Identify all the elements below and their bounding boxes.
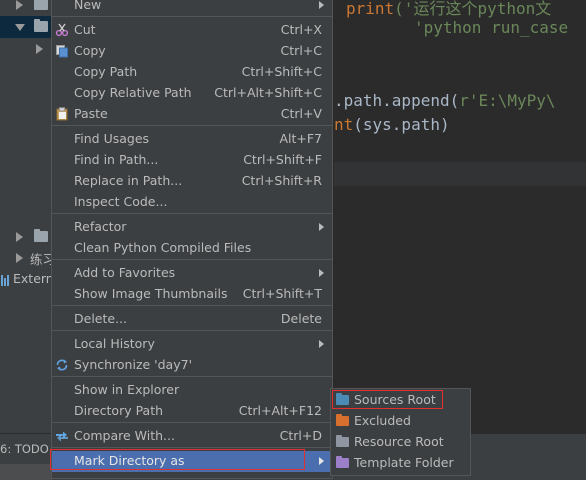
tree-row-external-libraries[interactable]: Extern (0, 269, 54, 291)
menu-separator (52, 305, 332, 306)
tree-row-selected-folder[interactable] (0, 16, 52, 38)
compare-arrows-icon (56, 431, 68, 442)
clipboard-icon (56, 107, 68, 121)
tree-row-practice-folder[interactable]: 练习 (0, 247, 55, 269)
tree-row-folder[interactable] (0, 0, 52, 16)
code-line: .path.append(r'E:\MyPy\ (334, 91, 556, 110)
submenu-arrow-icon (319, 223, 324, 231)
excluded-folder-icon (336, 414, 349, 426)
menu-separator (52, 259, 332, 260)
menu-separator (52, 376, 332, 377)
menu-item-show-in-explorer[interactable]: Show in Explorer (52, 380, 332, 401)
submenu-item-excluded[interactable]: Excluded (331, 411, 470, 432)
submenu-item-template-folder[interactable]: Template Folder (331, 453, 470, 474)
submenu-item-resource-root[interactable]: Resource Root (331, 432, 470, 453)
resource-folder-icon (336, 435, 349, 447)
menu-item-refactor[interactable]: Refactor (52, 217, 332, 238)
copy-icon (56, 45, 68, 58)
status-strip (0, 464, 52, 480)
menu-item-find-usages[interactable]: Find Usages Alt+F7 (52, 129, 332, 150)
collapse-arrow-icon[interactable] (15, 24, 25, 31)
annotation-highlight-box (332, 390, 443, 409)
folder-icon (34, 0, 48, 10)
menu-item-find-in-path[interactable]: Find in Path... Ctrl+Shift+F (52, 150, 332, 171)
menu-separator (52, 213, 332, 214)
submenu-arrow-icon (319, 269, 324, 277)
menu-item-copy-path[interactable]: Copy Path Ctrl+Shift+C (52, 62, 332, 83)
code-editor[interactable]: print('运行这个python文 'python run_case .pat… (334, 0, 586, 433)
template-folder-icon (336, 456, 349, 468)
code-line: nt(sys.path) (334, 115, 450, 134)
menu-item-show-thumbnails[interactable]: Show Image Thumbnails Ctrl+Shift+T (52, 284, 332, 305)
expand-arrow-icon[interactable] (16, 0, 23, 10)
submenu-arrow-icon (319, 457, 324, 465)
menu-item-inspect-code[interactable]: Inspect Code... (52, 192, 332, 213)
context-menu: New Cut Ctrl+X Copy Ctrl+C Copy Path Ctr… (51, 0, 333, 479)
menu-item-new[interactable]: New (52, 0, 332, 16)
expand-arrow-icon[interactable] (16, 232, 23, 242)
menu-item-compare-with[interactable]: Compare With... Ctrl+D (52, 426, 332, 447)
tree-row-subfolder[interactable] (0, 38, 52, 60)
menu-item-local-history[interactable]: Local History (52, 334, 332, 355)
todo-tool-button[interactable]: 6: TODO (0, 442, 49, 456)
menu-item-add-to-favorites[interactable]: Add to Favorites (52, 263, 332, 284)
tree-row-folder[interactable] (0, 226, 52, 248)
library-bars-icon (1, 275, 10, 286)
expand-arrow-icon[interactable] (36, 44, 43, 54)
menu-item-paste[interactable]: Paste Ctrl+V (52, 104, 332, 125)
submenu-arrow-icon (319, 1, 324, 9)
annotation-highlight-box (50, 449, 305, 470)
folder-icon (34, 229, 48, 242)
menu-separator (52, 330, 332, 331)
submenu-arrow-icon (319, 340, 324, 348)
menu-item-directory-path[interactable]: Directory Path Ctrl+Alt+F12 (52, 401, 332, 422)
menu-item-copy-relative-path[interactable]: Copy Relative Path Ctrl+Alt+Shift+C (52, 83, 332, 104)
project-tree-pane: 练习 Extern (0, 0, 55, 433)
menu-item-replace-in-path[interactable]: Replace in Path... Ctrl+Shift+R (52, 171, 332, 192)
menu-separator (52, 125, 332, 126)
menu-item-delete[interactable]: Delete... Delete (52, 309, 332, 330)
menu-separator (52, 422, 332, 423)
menu-item-cut[interactable]: Cut Ctrl+X (52, 20, 332, 41)
menu-item-synchronize[interactable]: Synchronize 'day7' (52, 355, 332, 376)
folder-icon (34, 19, 48, 32)
scissors-icon (55, 23, 69, 37)
code-line: 'python run_case (414, 18, 569, 37)
menu-separator (52, 447, 332, 448)
tree-item-label: Extern (13, 271, 54, 286)
expand-arrow-icon[interactable] (16, 253, 23, 263)
sync-icon (56, 359, 68, 371)
code-line: print('运行这个python文 (346, 0, 552, 18)
menu-separator (52, 16, 332, 17)
menu-item-clean-compiled[interactable]: Clean Python Compiled Files (52, 238, 332, 259)
menu-item-copy[interactable]: Copy Ctrl+C (52, 41, 332, 62)
editor-divider (334, 162, 586, 186)
